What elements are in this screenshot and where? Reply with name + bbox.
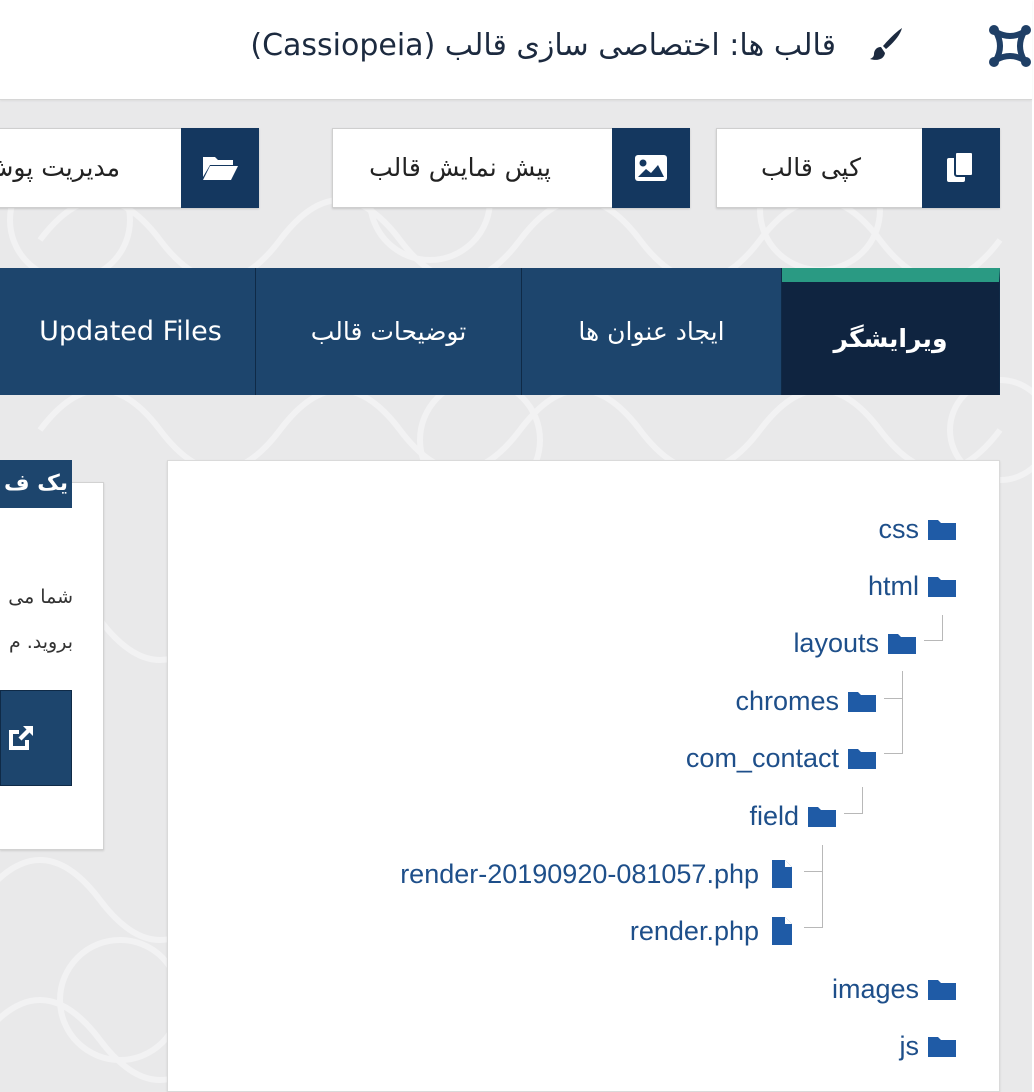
tree-folder-label: com_contact (685, 742, 839, 773)
folder-icon (927, 514, 957, 544)
tab-template-description[interactable]: توضیحات قالب (256, 268, 522, 395)
page-header: قالب ها: اختصاصی سازی قالب (Cassiopeia) (0, 0, 1032, 100)
tree-folder-label: layouts (793, 627, 879, 658)
tree-folder-label: chromes (735, 685, 839, 716)
info-text: شما می بروید. م (0, 575, 73, 665)
info-text-line2: بروید. م (8, 631, 73, 653)
joomla-logo-icon (989, 25, 1031, 67)
tree-folder-label: field (749, 800, 799, 831)
tree-folder-label: js (899, 1030, 920, 1061)
tree-connector (804, 871, 823, 872)
copy-template-button[interactable]: کپی قالب (716, 128, 1000, 208)
tree-connector (942, 615, 943, 641)
info-card: شما می بروید. م (0, 482, 104, 850)
tree-folder-chromes[interactable]: chromes (735, 684, 877, 718)
tree-connector (804, 927, 823, 928)
file-tree-panel: css html layouts chromes com_contact fie… (167, 460, 1000, 1092)
tree-folder-label: images (831, 973, 919, 1004)
tree-folder-com-contact[interactable]: com_contact (686, 741, 877, 775)
tab-bar: ویرایشگر ایجاد عنوان ها توضیحات قالب Upd… (0, 268, 1000, 395)
page-title: قالب ها: اختصاصی سازی قالب (Cassiopeia) (250, 28, 836, 63)
tree-folder-label: css (878, 513, 920, 544)
tree-file-label: render.php (629, 915, 759, 946)
tab-editor[interactable]: ویرایشگر (782, 268, 1000, 395)
tree-connector (862, 787, 863, 813)
manage-folders-label: مدیریت پوش (0, 153, 120, 182)
folder-icon (927, 974, 957, 1004)
file-icon (767, 859, 797, 889)
folder-icon (847, 686, 877, 716)
image-icon (612, 128, 690, 208)
tree-file-render-backup[interactable]: render-20190920-081057.php (400, 857, 797, 891)
info-card-title: یک ف (0, 460, 72, 508)
paint-brush-icon (870, 28, 902, 60)
folder-open-icon (181, 128, 259, 208)
open-link-button[interactable] (0, 690, 72, 786)
external-link-icon (9, 726, 33, 750)
tree-folder-html[interactable]: html (868, 569, 957, 603)
tree-connector (924, 640, 943, 641)
tab-create-overrides-label: ایجاد عنوان ها (578, 317, 725, 346)
tree-connector (884, 698, 903, 699)
tree-folder-layouts[interactable]: layouts (793, 626, 917, 660)
file-icon (767, 916, 797, 946)
copy-template-label: کپی قالب (761, 153, 861, 182)
folder-icon (887, 628, 917, 658)
tab-template-description-label: توضیحات قالب (310, 317, 467, 346)
info-text-line1: شما می (8, 586, 73, 608)
manage-folders-button[interactable]: مدیریت پوش (0, 128, 259, 208)
tree-file-render[interactable]: render.php (630, 914, 797, 948)
tab-updated-files[interactable]: Updated Files (0, 268, 256, 395)
tree-folder-css[interactable]: css (879, 512, 958, 546)
tree-connector (902, 671, 903, 753)
tree-connector (844, 813, 863, 814)
tree-file-label: render-20190920-081057.php (400, 858, 759, 889)
tree-folder-images[interactable]: images (832, 972, 957, 1006)
tree-folder-label: html (867, 570, 919, 601)
tab-create-overrides[interactable]: ایجاد عنوان ها (522, 268, 782, 395)
tab-editor-label: ویرایشگر (833, 324, 948, 353)
folder-icon (807, 801, 837, 831)
tree-connector (884, 753, 903, 754)
tree-connector (822, 845, 823, 927)
tree-folder-js[interactable]: js (900, 1029, 958, 1063)
template-preview-label: پیش نمایش قالب (369, 153, 551, 182)
copy-icon (922, 128, 1000, 208)
folder-icon (927, 1031, 957, 1061)
tab-updated-files-label: Updated Files (39, 316, 222, 347)
folder-icon (847, 743, 877, 773)
template-preview-button[interactable]: پیش نمایش قالب (332, 128, 690, 208)
tree-folder-field[interactable]: field (749, 799, 837, 833)
folder-icon (927, 571, 957, 601)
